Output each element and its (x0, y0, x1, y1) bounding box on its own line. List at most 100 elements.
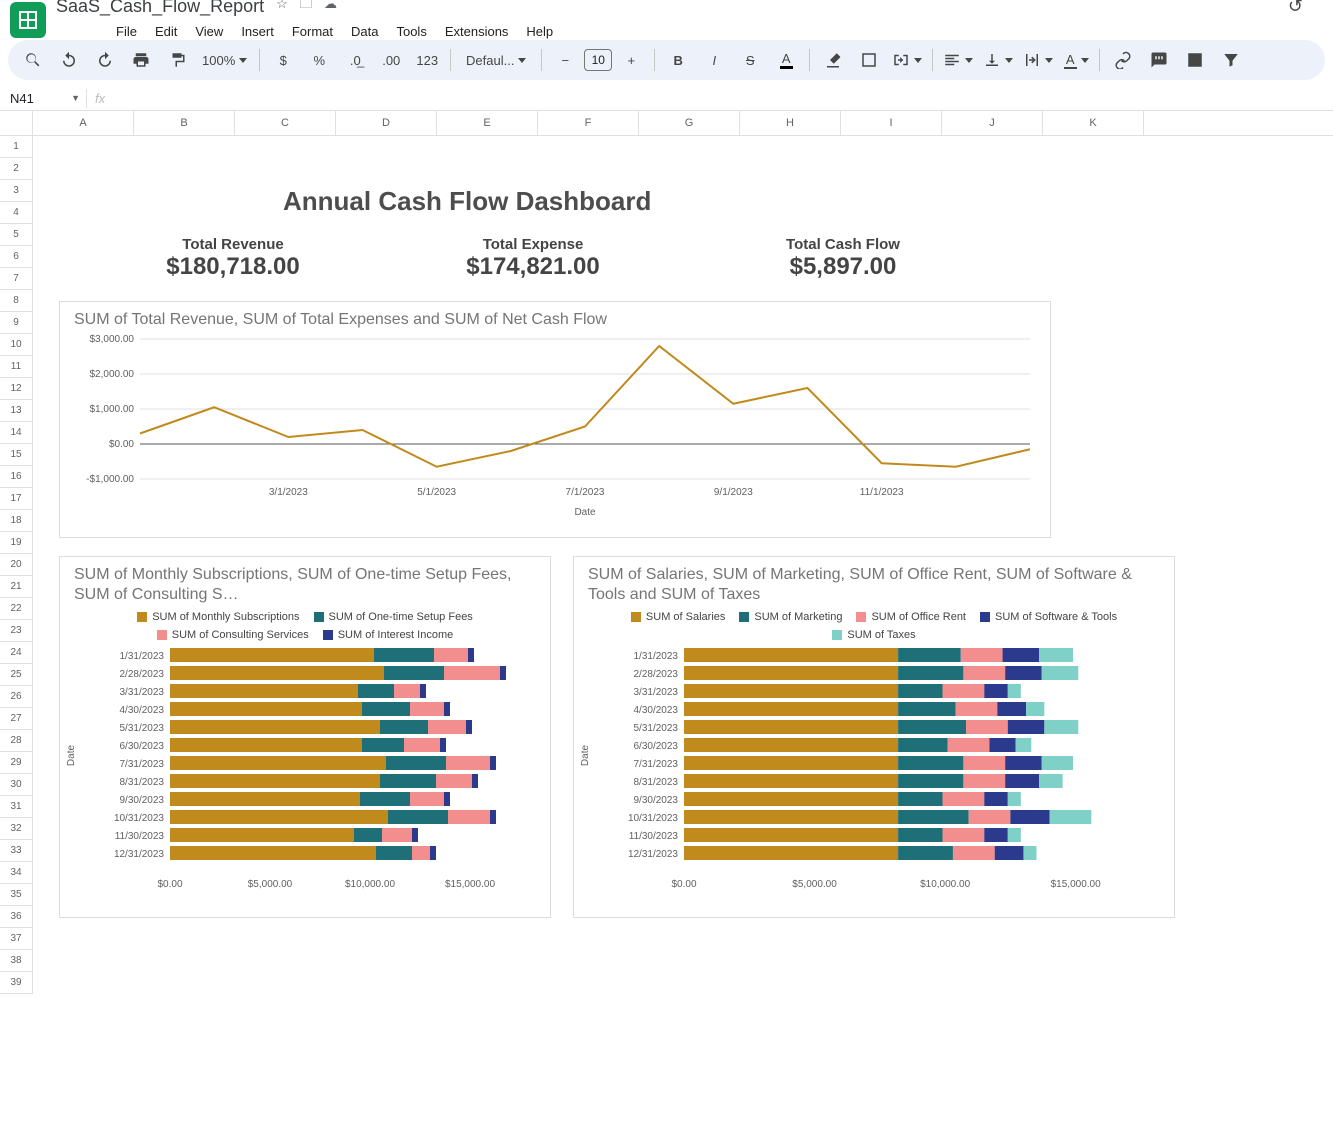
h-align-icon[interactable] (939, 46, 977, 74)
merge-icon[interactable] (888, 46, 926, 74)
bold-icon[interactable]: B (661, 46, 695, 74)
revenue-bar-chart[interactable]: SUM of Monthly Subscriptions, SUM of One… (59, 556, 551, 918)
paint-format-icon[interactable] (160, 46, 194, 74)
history-icon[interactable]: ↺ (1288, 0, 1303, 17)
row-header[interactable]: 31 (0, 796, 32, 818)
row-header[interactable]: 7 (0, 268, 32, 290)
col-header-I[interactable]: I (841, 111, 942, 135)
row-header[interactable]: 25 (0, 664, 32, 686)
row-header[interactable]: 16 (0, 466, 32, 488)
search-icon[interactable] (16, 46, 50, 74)
row-header[interactable]: 20 (0, 554, 32, 576)
row-header[interactable]: 28 (0, 730, 32, 752)
filter-icon[interactable] (1214, 46, 1248, 74)
row-header[interactable]: 14 (0, 422, 32, 444)
menu-help[interactable]: Help (518, 20, 561, 43)
insert-chart-icon[interactable] (1178, 46, 1212, 74)
row-header[interactable]: 34 (0, 862, 32, 884)
row-header[interactable]: 37 (0, 928, 32, 950)
font-select[interactable]: Defaul... (457, 46, 535, 74)
row-header[interactable]: 29 (0, 752, 32, 774)
font-size-decrease[interactable]: − (548, 46, 582, 74)
menu-view[interactable]: View (187, 20, 231, 43)
col-header-B[interactable]: B (134, 111, 235, 135)
italic-icon[interactable]: I (697, 46, 731, 74)
move-icon[interactable]: 🗀 (299, 0, 312, 11)
star-icon[interactable]: ☆ (276, 0, 288, 11)
row-header[interactable]: 19 (0, 532, 32, 554)
row-header[interactable]: 10 (0, 334, 32, 356)
fill-color-icon[interactable] (816, 46, 850, 74)
col-header-C[interactable]: C (235, 111, 336, 135)
row-header[interactable]: 9 (0, 312, 32, 334)
row-header[interactable]: 5 (0, 224, 32, 246)
row-header[interactable]: 32 (0, 818, 32, 840)
row-header[interactable]: 3 (0, 180, 32, 202)
decrease-decimal-icon[interactable]: .0̲ (338, 46, 372, 74)
row-header[interactable]: 2 (0, 158, 32, 180)
print-icon[interactable] (124, 46, 158, 74)
row-header[interactable]: 27 (0, 708, 32, 730)
select-all-corner[interactable] (0, 111, 33, 135)
row-header[interactable]: 18 (0, 510, 32, 532)
col-header-H[interactable]: H (740, 111, 841, 135)
col-header-A[interactable]: A (33, 111, 134, 135)
menu-tools[interactable]: Tools (388, 20, 434, 43)
increase-decimal-icon[interactable]: .00 (374, 46, 408, 74)
zoom-select[interactable]: 100% (196, 46, 253, 74)
v-align-icon[interactable] (979, 46, 1017, 74)
row-header[interactable]: 12 (0, 378, 32, 400)
row-header[interactable]: 6 (0, 246, 32, 268)
row-header[interactable]: 17 (0, 488, 32, 510)
row-header[interactable]: 22 (0, 598, 32, 620)
row-header[interactable]: 8 (0, 290, 32, 312)
col-header-E[interactable]: E (437, 111, 538, 135)
row-header[interactable]: 33 (0, 840, 32, 862)
currency-icon[interactable]: $ (266, 46, 300, 74)
row-header[interactable]: 26 (0, 686, 32, 708)
col-header-G[interactable]: G (639, 111, 740, 135)
more-formats-icon[interactable]: 123 (410, 46, 444, 74)
row-header[interactable]: 24 (0, 642, 32, 664)
row-header[interactable]: 21 (0, 576, 32, 598)
link-icon[interactable] (1106, 46, 1140, 74)
col-header-J[interactable]: J (942, 111, 1043, 135)
menu-file[interactable]: File (108, 20, 145, 43)
col-header-K[interactable]: K (1043, 111, 1144, 135)
cash-flow-line-chart[interactable]: SUM of Total Revenue, SUM of Total Expen… (59, 301, 1051, 538)
row-header[interactable]: 39 (0, 972, 32, 994)
borders-icon[interactable] (852, 46, 886, 74)
row-header[interactable]: 23 (0, 620, 32, 642)
text-color-icon[interactable]: A (769, 46, 803, 74)
menu-extensions[interactable]: Extensions (437, 20, 517, 43)
row-header[interactable]: 36 (0, 906, 32, 928)
cloud-icon[interactable]: ☁ (324, 0, 337, 11)
font-size-increase[interactable]: + (614, 46, 648, 74)
strikethrough-icon[interactable]: S (733, 46, 767, 74)
row-header[interactable]: 11 (0, 356, 32, 378)
col-header-D[interactable]: D (336, 111, 437, 135)
undo-icon[interactable] (52, 46, 86, 74)
menu-format[interactable]: Format (284, 20, 341, 43)
row-header[interactable]: 35 (0, 884, 32, 906)
redo-icon[interactable] (88, 46, 122, 74)
menu-data[interactable]: Data (343, 20, 386, 43)
name-box[interactable]: N41 ▼ (4, 89, 87, 108)
row-header[interactable]: 30 (0, 774, 32, 796)
menu-insert[interactable]: Insert (233, 20, 282, 43)
wrap-icon[interactable] (1019, 46, 1057, 74)
row-header[interactable]: 1 (0, 136, 32, 158)
percent-icon[interactable]: % (302, 46, 336, 74)
font-size-input[interactable]: 10 (584, 49, 612, 71)
expense-bar-chart[interactable]: SUM of Salaries, SUM of Marketing, SUM o… (573, 556, 1175, 918)
menu-edit[interactable]: Edit (147, 20, 185, 43)
sheet-canvas[interactable]: Annual Cash Flow Dashboard Total Revenue… (33, 136, 1333, 956)
doc-title[interactable]: SaaS_Cash_Flow_Report (56, 0, 264, 17)
col-header-F[interactable]: F (538, 111, 639, 135)
row-header[interactable]: 13 (0, 400, 32, 422)
row-header[interactable]: 15 (0, 444, 32, 466)
sheets-logo[interactable] (10, 2, 46, 38)
rotate-icon[interactable]: A (1059, 46, 1093, 74)
row-header[interactable]: 38 (0, 950, 32, 972)
comment-icon[interactable] (1142, 46, 1176, 74)
